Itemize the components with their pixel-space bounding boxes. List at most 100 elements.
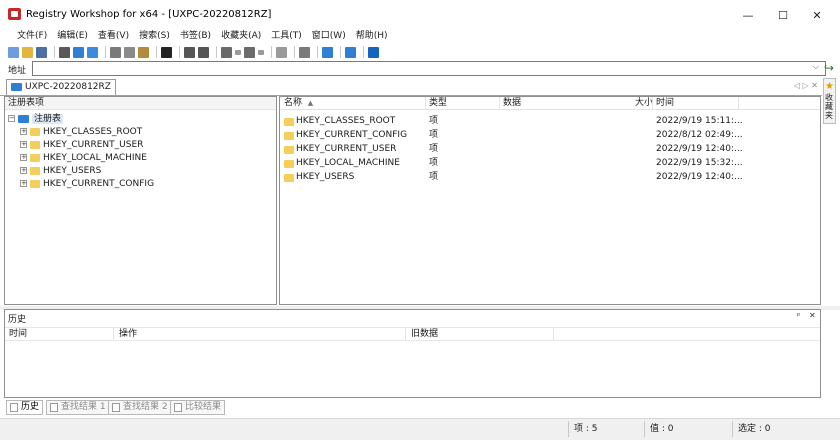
- paste-icon[interactable]: [138, 46, 149, 58]
- tree-item-hkcu[interactable]: + HKEY_CURRENT_USER: [8, 139, 276, 152]
- value-row[interactable]: HKEY_LOCAL_MACHINE 项 2022/9/19 15:32:...: [280, 156, 820, 170]
- history-column-old-data[interactable]: 旧数据: [411, 328, 438, 341]
- menu-view[interactable]: 查看(V): [93, 28, 134, 44]
- column-divider[interactable]: [425, 97, 426, 110]
- help-icon[interactable]: [368, 46, 379, 58]
- value-row[interactable]: HKEY_USERS 项 2022/9/19 12:40:...: [280, 170, 820, 184]
- expand-icon[interactable]: +: [20, 180, 27, 187]
- value-name: HKEY_CURRENT_CONFIG: [296, 130, 408, 140]
- favorites-dock-tab[interactable]: ★ 收藏夹: [823, 78, 836, 124]
- tree-root[interactable]: − 注册表: [8, 113, 276, 126]
- folder-icon: [284, 173, 294, 182]
- window-title: Registry Workshop for x64 - [UXPC-202208…: [26, 9, 272, 20]
- column-time[interactable]: 时间: [656, 97, 674, 110]
- bottom-tab-row: 历史 查找结果 1 查找结果 2 比较结果: [4, 399, 644, 416]
- save-icon[interactable]: [36, 46, 47, 58]
- back-icon[interactable]: [221, 46, 232, 58]
- address-label: 地址: [8, 66, 27, 76]
- toolbar-separator: [317, 46, 318, 58]
- open-icon[interactable]: [22, 46, 33, 58]
- refresh-icon[interactable]: [322, 46, 333, 58]
- column-type[interactable]: 类型: [429, 97, 447, 110]
- pin-icon[interactable]: ᵖ: [797, 311, 800, 320]
- connect-icon[interactable]: [59, 46, 70, 58]
- tree-item-hkcr[interactable]: + HKEY_CLASSES_ROOT: [8, 126, 276, 139]
- tree-item-hku[interactable]: + HKEY_USERS: [8, 165, 276, 178]
- values-header: 名称 ▲ 类型 数据 大小 时间: [280, 97, 820, 110]
- address-input[interactable]: [32, 61, 826, 76]
- toolbar: [8, 44, 382, 60]
- address-dropdown-icon[interactable]: ⌵: [813, 62, 819, 72]
- close-button[interactable]: ✕: [803, 5, 831, 25]
- value-row[interactable]: HKEY_CURRENT_CONFIG 项 2022/8/12 02:49:..…: [280, 128, 820, 142]
- menu-edit[interactable]: 编辑(E): [52, 28, 93, 44]
- menu-help[interactable]: 帮助(H): [351, 28, 393, 44]
- column-size[interactable]: 大小: [635, 97, 653, 110]
- find-icon[interactable]: [299, 46, 310, 58]
- column-divider[interactable]: [113, 328, 114, 340]
- tab-navigation-buttons[interactable]: ◁ ▷ ✕: [794, 81, 818, 90]
- document-icon: [50, 403, 58, 412]
- expand-icon[interactable]: +: [20, 128, 27, 135]
- redo-icon[interactable]: [198, 46, 209, 58]
- value-time: 2022/9/19 15:32:...: [656, 158, 743, 168]
- tab-find-results-2[interactable]: 查找结果 2: [108, 400, 172, 415]
- copy-icon[interactable]: [124, 46, 135, 58]
- tree-item-hkcc[interactable]: + HKEY_CURRENT_CONFIG: [8, 178, 276, 191]
- expand-icon[interactable]: +: [20, 141, 27, 148]
- sort-ascending-icon: ▲: [307, 99, 314, 107]
- menu-search[interactable]: 搜索(S): [134, 28, 175, 44]
- tab-registry-computer[interactable]: UXPC-20220812RZ: [6, 79, 116, 95]
- forward-dropdown-icon[interactable]: [258, 49, 264, 55]
- expand-icon[interactable]: +: [20, 154, 27, 161]
- back-dropdown-icon[interactable]: [235, 49, 241, 55]
- tab-history-label: 历史: [21, 402, 40, 412]
- tree-item-label: HKEY_CURRENT_USER: [43, 140, 144, 150]
- folder-icon: [284, 117, 294, 126]
- column-divider[interactable]: [405, 328, 406, 340]
- column-name-label: 名称: [284, 98, 303, 108]
- column-divider[interactable]: [738, 97, 739, 110]
- status-item-count: 项 : 5: [574, 424, 598, 434]
- value-row[interactable]: HKEY_CLASSES_ROOT 项 2022/9/19 15:11:...: [280, 114, 820, 128]
- expand-icon[interactable]: +: [20, 167, 27, 174]
- cut-icon[interactable]: [110, 46, 121, 58]
- toolbar-separator: [156, 46, 157, 58]
- column-name[interactable]: 名称 ▲: [284, 97, 313, 110]
- tab-history[interactable]: 历史: [6, 400, 44, 415]
- computer-icon[interactable]: [73, 46, 84, 58]
- column-divider[interactable]: [553, 328, 554, 340]
- column-divider[interactable]: [652, 97, 653, 110]
- value-time: 2022/9/19 12:40:...: [656, 144, 743, 154]
- forward-icon[interactable]: [244, 46, 255, 58]
- collapse-icon[interactable]: −: [8, 115, 15, 122]
- menu-bookmarks[interactable]: 书签(B): [175, 28, 216, 44]
- tab-compare-results[interactable]: 比较结果: [170, 400, 226, 415]
- history-column-time[interactable]: 时间: [9, 328, 27, 341]
- computer-icon: [18, 114, 29, 123]
- tree-item-hklm[interactable]: + HKEY_LOCAL_MACHINE: [8, 152, 276, 165]
- minimize-button[interactable]: —: [734, 5, 762, 25]
- column-divider[interactable]: [499, 97, 500, 110]
- menu-window[interactable]: 窗口(W): [307, 28, 351, 44]
- column-data[interactable]: 数据: [503, 97, 521, 110]
- up-icon[interactable]: [276, 46, 287, 58]
- menu-tools[interactable]: 工具(T): [266, 28, 307, 44]
- value-type: 项: [429, 116, 439, 126]
- maximize-button[interactable]: ☐: [769, 5, 797, 25]
- tab-find-results-1[interactable]: 查找结果 1: [46, 400, 110, 415]
- go-arrow-icon[interactable]: ↪: [824, 62, 836, 74]
- history-column-operation[interactable]: 操作: [119, 328, 137, 341]
- value-type: 项: [429, 172, 439, 182]
- history-close-icon[interactable]: ✕: [809, 311, 816, 320]
- undo-icon[interactable]: [184, 46, 195, 58]
- favorites-dock-label: 收藏夹: [825, 93, 833, 120]
- settings-icon[interactable]: [345, 46, 356, 58]
- toolbar-separator: [179, 46, 180, 58]
- menu-file[interactable]: 文件(F): [12, 28, 52, 44]
- network-icon[interactable]: [87, 46, 98, 58]
- menu-favorites[interactable]: 收藏夹(A): [216, 28, 266, 44]
- delete-icon[interactable]: [161, 46, 172, 58]
- value-row[interactable]: HKEY_CURRENT_USER 项 2022/9/19 12:40:...: [280, 142, 820, 156]
- new-icon[interactable]: [8, 46, 19, 58]
